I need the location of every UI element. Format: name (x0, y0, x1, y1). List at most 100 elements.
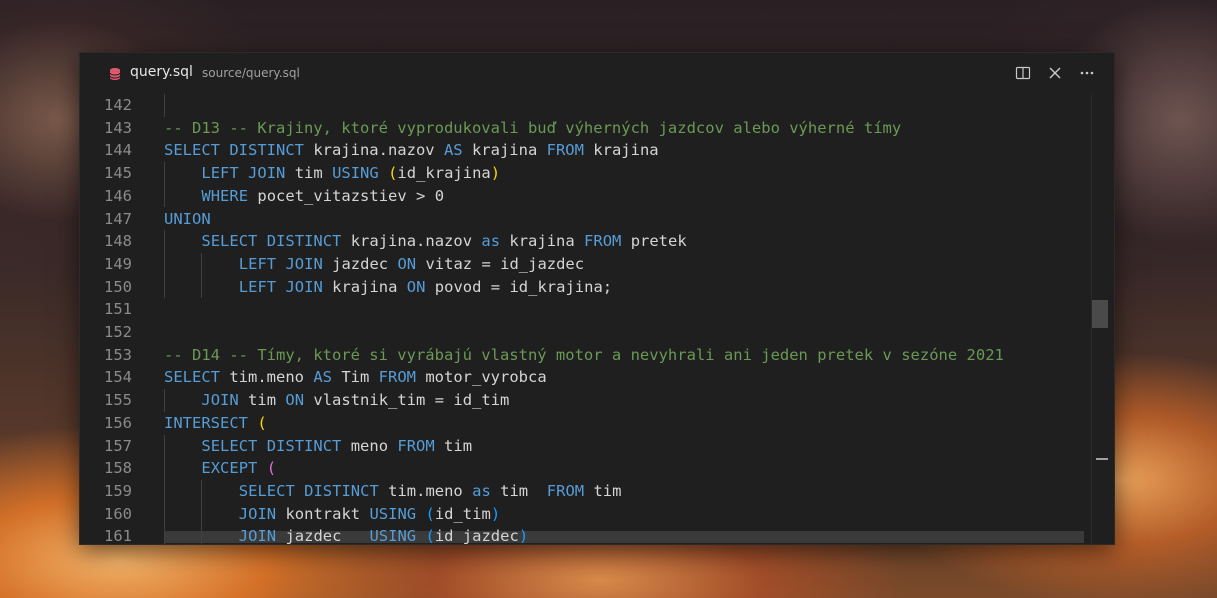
tab-file-path: source/query.sql (202, 66, 300, 80)
sql-keyword: SELECT DISTINCT (201, 232, 342, 251)
vertical-scrollbar[interactable] (1091, 93, 1108, 544)
code-token: krajina (322, 277, 407, 296)
line-number: 142 (104, 96, 132, 114)
code-line: JOIN kontrakt USING (id_tim) (239, 503, 500, 526)
code-line: LEFT JOIN krajina ON povod = id_krajina; (239, 276, 612, 299)
code-line: INTERSECT ( (164, 412, 267, 435)
code-token: krajina (462, 141, 547, 160)
indent-guide (164, 389, 165, 412)
code-line: SELECT DISTINCT tim.meno as tim FROM tim (239, 480, 622, 503)
code-token: tim.meno (220, 368, 314, 387)
sql-keyword: AS (313, 368, 332, 387)
more-actions-icon[interactable] (1078, 63, 1096, 83)
code-token: povod = id_krajina; (425, 277, 613, 296)
sql-keyword: UNION (164, 209, 211, 228)
sql-keyword: JOIN (201, 391, 239, 410)
line-number: 146 (104, 186, 132, 205)
line-number: 153 (104, 345, 132, 364)
sql-keyword: LEFT JOIN (238, 277, 323, 296)
line-number: 156 (104, 413, 132, 432)
line-number: 159 (104, 481, 132, 500)
code-token: krajina (583, 141, 659, 160)
sql-keyword: SELECT DISTINCT (164, 141, 304, 160)
code-token: id_jazdec (434, 527, 519, 545)
code-token: id_krajina (397, 164, 491, 183)
tab-file-name[interactable]: query.sql (130, 64, 193, 80)
code-token: vlastnik_tim = id_tim (304, 391, 510, 410)
code-token: Tim (332, 368, 379, 387)
sql-keyword: USING (332, 164, 379, 183)
sql-keyword: FROM (546, 141, 584, 160)
indent-guide (164, 434, 165, 458)
code-token: jazdec (322, 254, 398, 273)
code-line: -- D13 -- Krajiny, ktoré vyprodukovali b… (164, 117, 901, 140)
sql-keyword: INTERSECT (164, 413, 248, 432)
sql-keyword: AS (443, 141, 463, 160)
sql-keyword: ON (285, 391, 305, 410)
indent-guide (164, 479, 165, 503)
line-number-gutter: 142 143 144 145 146 147 148 149 150 151 152 153 154 1… (80, 93, 152, 544)
indent-guide (201, 502, 203, 526)
code-editor[interactable]: 142 143 144 145 146 147 148 149 150 151 152 153 154 1… (80, 93, 1114, 544)
sql-keyword: SELECT (164, 368, 220, 387)
editor-actions (1014, 63, 1096, 83)
scrollbar-thumb[interactable] (1092, 300, 1108, 328)
code-token: tim (238, 391, 286, 410)
indent-guide (201, 252, 203, 276)
code-token: pocet_vitazstiev > 0 (248, 186, 445, 205)
line-number: 149 (104, 254, 132, 273)
code-token: jazdec (276, 527, 370, 545)
sql-keyword: USING (369, 527, 417, 545)
code-token: krajina (500, 232, 585, 251)
bracket: ) (518, 527, 529, 545)
sql-keyword: FROM (397, 436, 435, 455)
line-number: 157 (104, 436, 132, 455)
indent-guide (164, 184, 165, 208)
code-line: SELECT DISTINCT meno FROM tim (201, 435, 472, 458)
code-token: krajina.nazov (341, 232, 482, 251)
line-number: 152 (104, 323, 132, 341)
editor-tab-bar: query.sql source/query.sql (80, 53, 1114, 93)
sql-keyword: WHERE (201, 186, 249, 205)
sql-keyword: LEFT JOIN (238, 254, 323, 273)
code-token: motor_vyrobca (416, 368, 547, 387)
sql-keyword: SELECT DISTINCT (201, 436, 342, 455)
code-line: WHERE pocet_vitazstiev > 0 (201, 185, 444, 208)
sql-keyword: as (472, 481, 491, 500)
indent-guide (201, 479, 203, 503)
sql-comment: -- D13 -- Krajiny, ktoré vyprodukovali b… (164, 118, 902, 137)
sql-keyword: ON (397, 254, 417, 273)
code-token: pretek (621, 232, 687, 251)
line-number: 143 (104, 118, 132, 137)
sql-keyword: JOIN (238, 504, 277, 523)
editor-window: query.sql source/query.sql 142 143 144 1… (79, 52, 1115, 545)
scrollbar-position-marker (1096, 458, 1108, 460)
close-icon[interactable] (1046, 63, 1064, 83)
code-token: kontrakt (276, 504, 370, 523)
sql-keyword: FROM (378, 368, 416, 387)
indent-guide (164, 502, 165, 526)
line-number: 145 (104, 164, 132, 183)
indent-guide (164, 252, 165, 276)
code-line: JOIN tim ON vlastnik_tim = id_tim (201, 389, 509, 412)
code-line: EXCEPT ( (201, 457, 276, 480)
line-number: 160 (104, 504, 132, 523)
line-number: 151 (104, 300, 132, 319)
code-area[interactable]: -- D13 -- Krajiny, ktoré vyprodukovali b… (164, 93, 1084, 544)
bracket: ) (490, 164, 501, 183)
code-line: LEFT JOIN jazdec ON vitaz = id_jazdec (239, 253, 584, 276)
line-number: 154 (104, 368, 132, 387)
split-editor-icon[interactable] (1014, 63, 1032, 83)
bracket: ( (425, 527, 435, 545)
indent-guide (164, 162, 165, 185)
code-line: SELECT tim.meno AS Tim FROM motor_vyrobc… (164, 366, 547, 389)
line-number: 147 (104, 209, 132, 228)
sql-keyword: USING (369, 504, 417, 523)
code-token: tim (490, 481, 547, 500)
code-token: id_tim (434, 504, 491, 523)
sql-keyword: ON (406, 277, 426, 296)
code-line: UNION (164, 208, 211, 231)
